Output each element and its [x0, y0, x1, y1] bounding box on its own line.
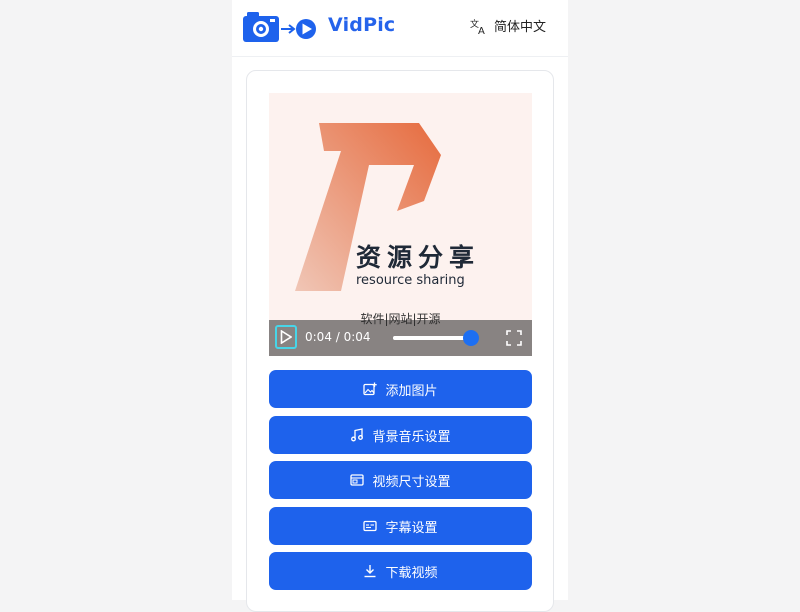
app-logo[interactable] — [243, 10, 323, 44]
brand-name-cn: 资源分享 — [356, 243, 481, 272]
bgm-settings-label: 背景音乐设置 — [372, 429, 451, 445]
download-video-label: 下载视频 — [385, 565, 438, 581]
fullscreen-button[interactable] — [506, 330, 522, 350]
time-display: 0:04 / 0:04 — [305, 330, 371, 344]
svg-text:A: A — [478, 26, 485, 35]
subtitle-settings-button[interactable]: 字幕设置 — [269, 507, 532, 545]
language-label: 简体中文 — [493, 20, 546, 35]
aspect-ratio-icon — [350, 474, 365, 486]
seek-bar-progress — [393, 336, 471, 340]
brand-name-en: resource sharing — [356, 273, 465, 288]
bgm-settings-button[interactable]: 背景音乐设置 — [269, 416, 532, 454]
download-video-button[interactable]: 下载视频 — [269, 552, 532, 590]
app-title: VidPic — [328, 14, 396, 36]
add-image-icon — [363, 382, 378, 396]
video-controls: 0:04 / 0:04 — [269, 320, 532, 356]
video-player[interactable]: 资源分享 resource sharing 软件|网站|开源 0:04 / 0:… — [269, 93, 532, 356]
video-size-settings-label: 视频尺寸设置 — [372, 474, 451, 490]
fullscreen-icon — [506, 330, 522, 346]
add-image-label: 添加图片 — [385, 383, 438, 399]
seek-bar-thumb[interactable] — [463, 330, 479, 346]
video-size-settings-button[interactable]: 视频尺寸设置 — [269, 461, 532, 499]
subtitle-settings-label: 字幕设置 — [385, 520, 438, 536]
editor-card: 资源分享 resource sharing 软件|网站|开源 0:04 / 0:… — [246, 70, 554, 612]
add-image-button[interactable]: 添加图片 — [269, 370, 532, 408]
subtitles-icon — [363, 520, 378, 532]
translate-icon: 文 A — [470, 18, 485, 35]
play-icon — [280, 330, 292, 344]
download-icon — [364, 565, 376, 578]
camera-to-video-icon — [243, 12, 316, 42]
seek-bar[interactable] — [393, 330, 479, 346]
language-switcher[interactable]: 文 A 简体中文 — [470, 16, 546, 36]
app-frame: VidPic 文 A 简体中文 资源分享 resource sharing 软件… — [232, 0, 568, 612]
play-button[interactable] — [275, 325, 297, 349]
music-note-icon — [351, 428, 364, 442]
app-header: VidPic 文 A 简体中文 — [232, 0, 568, 57]
